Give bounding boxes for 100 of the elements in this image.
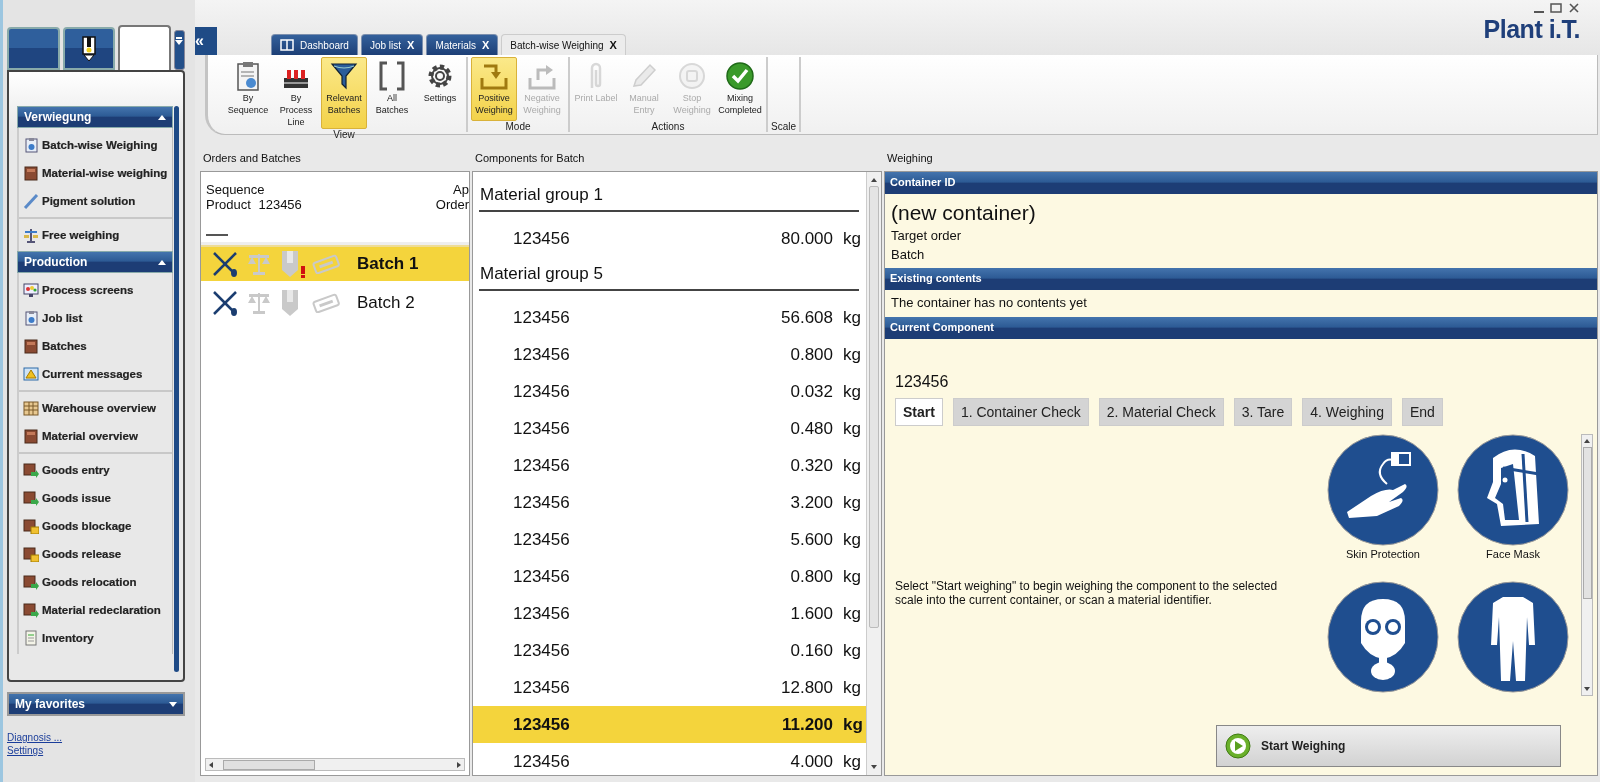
sign-label: Skin Protection: [1346, 548, 1420, 560]
ribbon-button[interactable]: By Sequence: [225, 57, 271, 129]
group-header[interactable]: Production: [17, 251, 173, 273]
material-number: 123456: [513, 714, 570, 735]
close-button[interactable]: X: [609, 39, 617, 51]
crate-icon: [23, 428, 39, 444]
checkmark-icon: [724, 60, 756, 92]
material-number: 123456: [513, 529, 570, 550]
group-label: Mode: [505, 121, 531, 132]
sidebar-item[interactable]: Goods issue: [19, 484, 172, 512]
step-tab[interactable]: 2. Material Check: [1098, 398, 1224, 426]
sidebar-item[interactable]: Goods relocation: [19, 568, 172, 596]
scrollbar[interactable]: [1581, 434, 1593, 696]
component-row[interactable]: 123456 80.000 kg: [473, 220, 866, 257]
component-row[interactable]: 123456 0.160 kg: [473, 632, 866, 669]
funnel-icon: [328, 60, 360, 92]
component-row[interactable]: 123456 4.000 kg: [473, 743, 866, 775]
amount: 0.032: [790, 381, 833, 402]
tab[interactable]: Dashboard: [271, 34, 358, 55]
amount: 11.200: [781, 714, 833, 735]
group-header[interactable]: Verwiegung: [17, 106, 173, 128]
sidebar-item[interactable]: Batches: [19, 332, 172, 360]
component-row[interactable]: 123456 12.800 kg: [473, 669, 866, 706]
ribbon-button[interactable]: Mixing Completed: [717, 57, 763, 121]
field-label: Sequence: [206, 182, 266, 197]
navigation-tab[interactable]: [62, 27, 116, 70]
component-row[interactable]: 123456 5.600 kg: [473, 521, 866, 558]
sidebar-item[interactable]: Material redeclaration: [19, 596, 172, 624]
link[interactable]: Settings: [7, 745, 44, 756]
step-tab[interactable]: End: [1401, 398, 1443, 426]
ribbon-button[interactable]: By Process Line: [273, 57, 319, 129]
scrollbar[interactable]: [174, 106, 179, 672]
ribbon-button[interactable]: All Batches: [369, 57, 415, 129]
sidebar-item[interactable]: Process screens: [19, 276, 172, 304]
collapse-button[interactable]: «: [195, 27, 217, 55]
sidebar-item[interactable]: Pigment solution: [19, 187, 172, 215]
step-tab[interactable]: 4. Weighing: [1302, 398, 1392, 426]
scrollbar[interactable]: [205, 758, 465, 771]
component-row[interactable]: 123456 0.480 kg: [473, 410, 866, 447]
sidebar-item[interactable]: Material-wise weighing: [19, 159, 172, 187]
component-row[interactable]: 123456 0.032 kg: [473, 373, 866, 410]
skin-protection-sign-icon: [1327, 434, 1439, 546]
crate-icon: [23, 165, 39, 181]
sidebar-item[interactable]: Goods entry: [19, 456, 172, 484]
sidebar-item[interactable]: Goods release: [19, 540, 172, 568]
sidebar-item[interactable]: Material overview: [19, 422, 172, 450]
maximize-icon: [1550, 3, 1562, 13]
batch-row[interactable]: Batch 2: [201, 284, 469, 320]
field-label: Product: [206, 197, 251, 212]
start-weighing-button[interactable]: Start Weighing: [1216, 725, 1561, 767]
close-button[interactable]: X: [481, 39, 490, 51]
group-heading: Material group 1: [479, 182, 859, 212]
group-heading: Material group 5: [479, 261, 859, 291]
sidebar-item[interactable]: Job list: [19, 304, 172, 332]
sidebar-item[interactable]: Goods blockage: [19, 512, 172, 540]
unit: kg: [843, 307, 861, 328]
unit: kg: [843, 344, 861, 365]
tab[interactable]: Job list X: [360, 34, 424, 55]
group-title: Production: [24, 255, 88, 269]
up-arrow-icon: [1584, 439, 1590, 443]
component-row[interactable]: 123456 0.800 kg: [473, 336, 866, 373]
unit: kg: [843, 566, 861, 587]
step-tab[interactable]: 3. Tare: [1233, 398, 1293, 426]
batch-row[interactable]: Batch 1: [201, 245, 469, 281]
component-row[interactable]: 123456 1.600 kg: [473, 595, 866, 632]
label-icon: [311, 254, 341, 274]
tab[interactable]: Materials X: [426, 34, 499, 55]
amount: 0.160: [790, 640, 833, 661]
component-row[interactable]: 123456 0.800 kg: [473, 558, 866, 595]
link[interactable]: Diagnosis ...: [7, 732, 63, 743]
amount: 80.000: [781, 228, 833, 249]
scale-icon: [23, 227, 39, 243]
tab[interactable]: Batch-wise Weighing X: [501, 34, 626, 55]
material-number: 123456: [513, 603, 570, 624]
material-number: 123456: [513, 640, 570, 661]
close-button[interactable]: X: [407, 39, 415, 51]
ribbon-button[interactable]: Relevant Batches: [321, 57, 367, 129]
field-value: 123456: [258, 197, 302, 212]
sidebar-item[interactable]: Free weighing: [19, 221, 172, 249]
spatula-icon: [211, 289, 239, 317]
component-row[interactable]: 123456 3.200 kg: [473, 484, 866, 521]
sidebar-item[interactable]: Batch-wise Weighing: [19, 131, 172, 159]
menu-button[interactable]: [173, 30, 185, 70]
sidebar-item[interactable]: Current messages: [19, 360, 172, 388]
minimize-icon: [1534, 11, 1544, 13]
component-row[interactable]: 123456 11.200 kg: [473, 706, 866, 743]
amount: 4.000: [790, 751, 833, 772]
component-row[interactable]: 123456 56.608 kg: [473, 299, 866, 336]
step-tab[interactable]: 1. Container Check: [952, 398, 1089, 426]
scrollbar[interactable]: [866, 172, 881, 775]
step-tab[interactable]: Start: [895, 398, 943, 426]
sidebar-item[interactable]: Warehouse overview: [19, 394, 172, 422]
ribbon-button[interactable]: Positive Weighing: [471, 57, 517, 121]
component-row[interactable]: 123456 0.320 kg: [473, 447, 866, 484]
amount: 5.600: [790, 529, 833, 550]
ribbon-button[interactable]: Settings: [417, 57, 463, 129]
unit: kg: [843, 640, 861, 661]
close-icon: [1568, 3, 1580, 13]
favorites-header[interactable]: My favorites: [7, 692, 185, 716]
sidebar-item[interactable]: Inventory: [19, 624, 172, 652]
